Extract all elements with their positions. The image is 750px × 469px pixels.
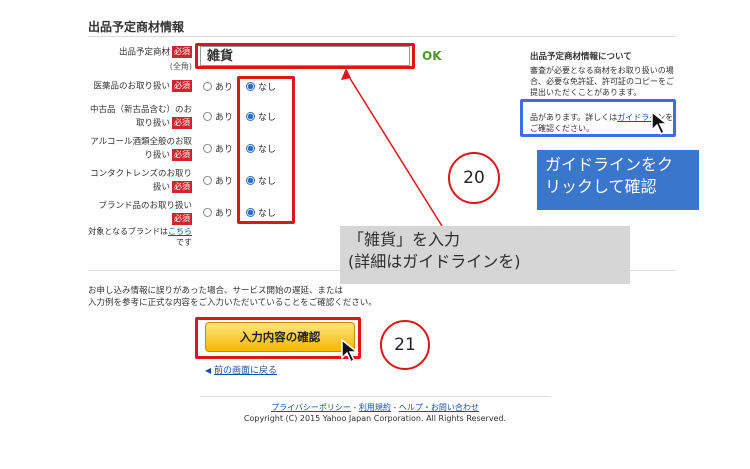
mouse-cursor-icon [341, 338, 360, 364]
step-21-marker: 21 [380, 320, 430, 370]
guideline-callout-line2: リックして確認 [545, 177, 657, 196]
input-callout: 「雑貨」を入力 (詳細はガイドラインを) [340, 226, 630, 284]
input-callout-line1: 「雑貨」を入力 [348, 230, 461, 249]
step-20-marker: 20 [448, 152, 500, 204]
guideline-callout-line1: ガイドラインをク [545, 155, 674, 174]
input-callout-line2: (詳細はガイドラインを) [348, 252, 521, 271]
mouse-cursor-icon [651, 110, 670, 136]
guideline-callout: ガイドラインをク リックして確認 [537, 150, 699, 210]
